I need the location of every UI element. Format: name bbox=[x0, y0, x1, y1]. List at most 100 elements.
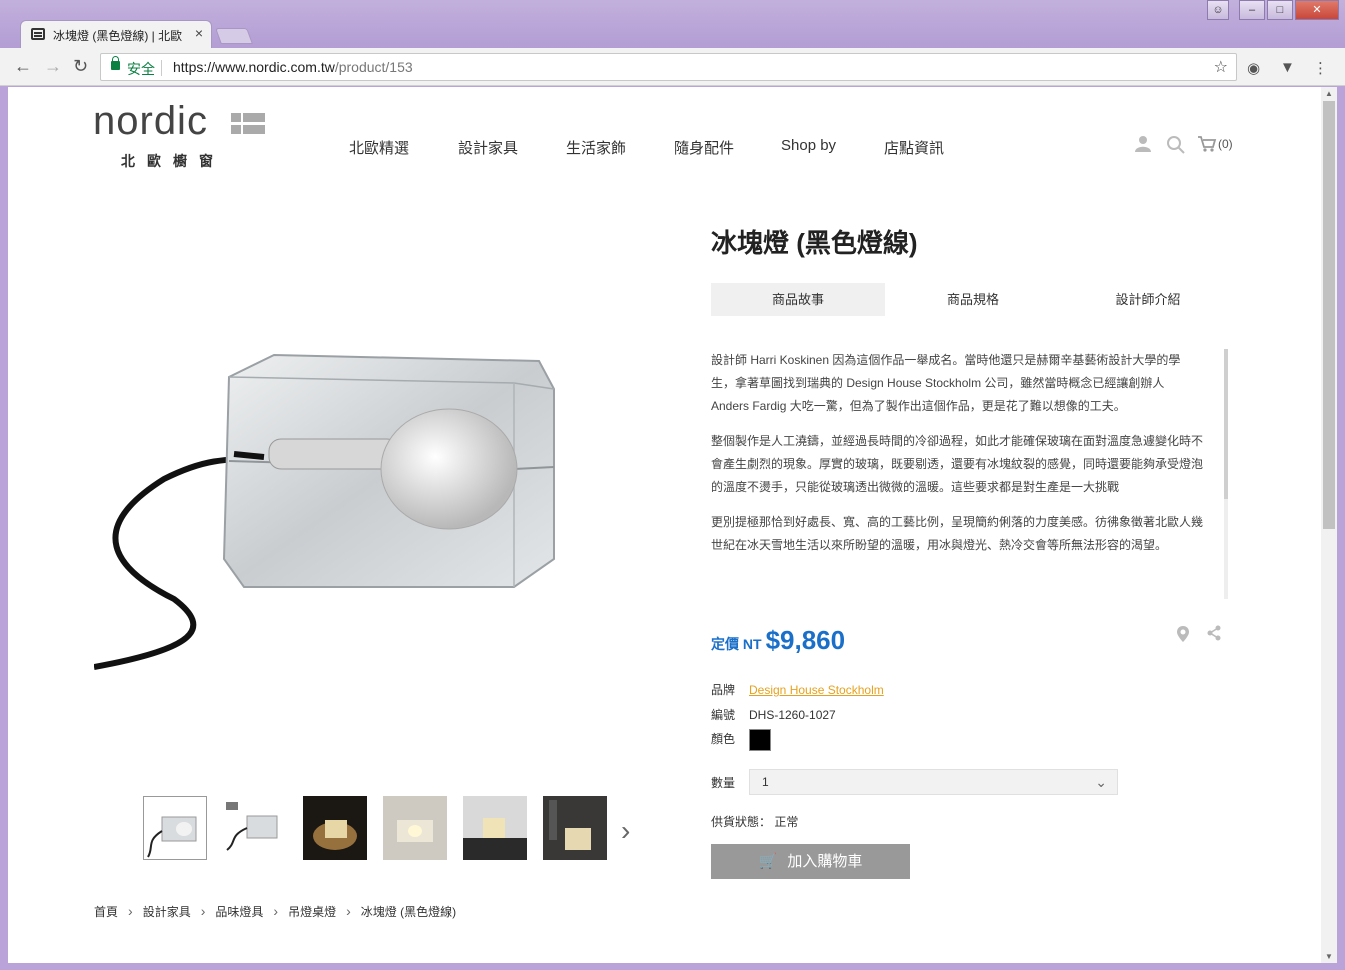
close-tab-icon[interactable]: × bbox=[195, 25, 203, 41]
site-logo[interactable]: nordic 北歐櫥窗 bbox=[93, 99, 265, 169]
price-value: $9,860 bbox=[765, 625, 846, 655]
brand-link[interactable]: Design House Stockholm bbox=[749, 683, 884, 697]
stock-value: 正常 bbox=[774, 815, 799, 829]
spec-color: 顏色 bbox=[711, 729, 771, 751]
thumbnail-2[interactable] bbox=[223, 796, 287, 860]
thumbnail-4[interactable] bbox=[383, 796, 447, 860]
logo-subtitle: 北歐櫥窗 bbox=[121, 153, 225, 169]
story-paragraph: 更別提極那恰到好處長、寬、高的工藝比例，呈現簡約俐落的力度美感。彷彿象徵著北歐人… bbox=[711, 515, 1203, 552]
window-controls: ☺ – □ ✕ bbox=[1205, 0, 1339, 20]
product-main-image[interactable] bbox=[94, 349, 614, 679]
product-story: 設計師 Harri Koskinen 因為這個作品一舉成名。當時他還只是赫爾辛基… bbox=[711, 349, 1203, 599]
sku-value: DHS-1260-1027 bbox=[749, 708, 836, 722]
thumbnail-1[interactable] bbox=[143, 796, 207, 860]
lock-icon bbox=[111, 56, 120, 70]
url-host: https://www.nordic.com.tw bbox=[173, 59, 335, 75]
story-scroll-thumb[interactable] bbox=[1224, 349, 1228, 499]
breadcrumb-chevron-icon: › bbox=[273, 903, 279, 919]
nav-item-picks[interactable]: 北歐精選 bbox=[349, 137, 409, 158]
forward-arrow-icon[interactable]: → bbox=[44, 56, 62, 77]
quantity-select[interactable]: 1 ⌄ bbox=[749, 769, 1118, 795]
story-paragraph: 設計師 Harri Koskinen 因為這個作品一舉成名。當時他還只是赫爾辛基… bbox=[711, 353, 1181, 413]
logo-wordmark: nordic bbox=[93, 99, 208, 143]
brand-label: 品牌 bbox=[711, 683, 736, 697]
vpn-extension-icon[interactable]: ▼ bbox=[1280, 59, 1295, 76]
cart-count[interactable]: (0) bbox=[1218, 137, 1233, 151]
address-bar[interactable]: 安全 https://www.nordic.com.tw/product/153… bbox=[100, 53, 1237, 81]
user-icon[interactable] bbox=[1134, 135, 1152, 153]
tab-specs[interactable]: 商品規格 bbox=[886, 283, 1060, 316]
breadcrumb-furniture[interactable]: 設計家具 bbox=[143, 905, 191, 919]
nav-item-furniture[interactable]: 設計家具 bbox=[458, 137, 518, 158]
spec-brand: 品牌 Design House Stockholm bbox=[711, 681, 884, 698]
browser-toolbar: ← → ↻ 安全 https://www.nordic.com.tw/produ… bbox=[0, 48, 1345, 86]
cart-icon[interactable] bbox=[1197, 135, 1217, 153]
minimize-button[interactable]: – bbox=[1239, 0, 1265, 20]
breadcrumb-chevron-icon: › bbox=[128, 903, 133, 919]
secure-label: 安全 bbox=[127, 61, 155, 77]
product-title: 冰塊燈 (黑色燈線) bbox=[711, 228, 918, 258]
stock-label: 供貨狀態： bbox=[711, 815, 772, 829]
quantity-label: 數量 bbox=[711, 776, 736, 790]
url-path: /product/153 bbox=[334, 59, 413, 75]
page-scroll-thumb[interactable] bbox=[1323, 101, 1335, 529]
logo-mark-icon bbox=[231, 113, 265, 135]
breadcrumb-lamps[interactable]: 吊燈桌燈 bbox=[288, 905, 336, 919]
thumbnail-3[interactable] bbox=[303, 796, 367, 860]
breadcrumb-chevron-icon: › bbox=[346, 903, 351, 919]
add-to-cart-button[interactable]: 🛒 加入購物車 bbox=[711, 844, 910, 879]
browser-window: 冰塊燈 (黑色燈線) | 北歐 × ☺ – □ ✕ ← → ↻ 安全 https… bbox=[0, 0, 1345, 970]
color-label: 顏色 bbox=[711, 732, 736, 747]
thumbnail-next-arrow-icon[interactable]: › bbox=[621, 815, 630, 847]
quantity-value: 1 bbox=[762, 775, 769, 789]
close-window-button[interactable]: ✕ bbox=[1295, 0, 1339, 20]
scroll-down-arrow-icon[interactable]: ▼ bbox=[1325, 952, 1333, 961]
price-label: 定價 NT bbox=[711, 636, 762, 652]
maximize-button[interactable]: □ bbox=[1267, 0, 1293, 20]
breadcrumb-lighting[interactable]: 品味燈具 bbox=[215, 905, 263, 919]
title-bar: 冰塊燈 (黑色燈線) | 北歐 × ☺ – □ ✕ bbox=[0, 0, 1345, 48]
chevron-down-icon: ⌄ bbox=[1095, 774, 1107, 790]
story-paragraph: 整個製作是人工澆鑄，並經過長時間的冷卻過程，如此才能確保玻璃在面對溫度急遽變化時… bbox=[711, 434, 1203, 494]
nav-item-shop-by[interactable]: Shop by bbox=[781, 137, 836, 154]
profile-icon[interactable]: ☺ bbox=[1207, 0, 1229, 20]
page-viewport: nordic 北歐櫥窗 北歐精選 設計家具 生活家飾 隨身配件 Shop by … bbox=[8, 87, 1321, 963]
extension-icon[interactable]: ◉ bbox=[1247, 59, 1260, 77]
bookmark-star-icon[interactable]: ☆ bbox=[1214, 57, 1228, 77]
url-divider bbox=[161, 60, 162, 76]
cart-icon: 🛒 bbox=[758, 853, 778, 870]
new-tab-button[interactable] bbox=[215, 28, 253, 44]
nav-item-accessories[interactable]: 隨身配件 bbox=[674, 137, 734, 158]
page-icon bbox=[31, 28, 45, 40]
location-pin-icon[interactable] bbox=[1176, 625, 1190, 643]
breadcrumb-chevron-icon: › bbox=[200, 903, 206, 919]
nav-item-stores[interactable]: 店點資訊 bbox=[884, 137, 944, 158]
breadcrumb: 首頁 › 設計家具 › 品味燈具 › 吊燈桌燈 › 冰塊燈 (黑色燈線) bbox=[94, 903, 456, 920]
page-scrollbar[interactable]: ▲ ▼ bbox=[1321, 87, 1337, 963]
tab-story[interactable]: 商品故事 bbox=[711, 283, 885, 316]
thumbnail-5[interactable] bbox=[463, 796, 527, 860]
spec-sku: 編號 DHS-1260-1027 bbox=[711, 706, 836, 723]
breadcrumb-home[interactable]: 首頁 bbox=[94, 905, 118, 919]
color-swatch-black[interactable] bbox=[749, 729, 771, 751]
tab-title: 冰塊燈 (黑色燈線) | 北歐 bbox=[53, 29, 183, 43]
spec-quantity: 數量 bbox=[711, 774, 749, 791]
share-icon[interactable] bbox=[1206, 625, 1222, 641]
scroll-up-arrow-icon[interactable]: ▲ bbox=[1325, 89, 1333, 98]
menu-icon[interactable]: ⋮ bbox=[1313, 59, 1328, 77]
url-text[interactable]: https://www.nordic.com.tw/product/153 bbox=[173, 59, 413, 75]
reload-icon[interactable]: ↻ bbox=[73, 56, 88, 77]
sku-label: 編號 bbox=[711, 708, 736, 722]
nav-item-home-decor[interactable]: 生活家飾 bbox=[566, 137, 626, 158]
breadcrumb-current: 冰塊燈 (黑色燈線) bbox=[360, 905, 457, 919]
tab-designer[interactable]: 設計師介紹 bbox=[1061, 283, 1235, 316]
search-icon[interactable] bbox=[1166, 135, 1186, 155]
add-to-cart-label: 加入購物車 bbox=[787, 853, 863, 870]
price: 定價 NT $9,860 bbox=[711, 625, 845, 656]
browser-tab[interactable]: 冰塊燈 (黑色燈線) | 北歐 × bbox=[20, 20, 212, 48]
product-tabs: 商品故事 商品規格 設計師介紹 bbox=[711, 283, 1235, 316]
thumbnail-6[interactable] bbox=[543, 796, 607, 860]
back-arrow-icon[interactable]: ← bbox=[14, 56, 32, 77]
spec-stock: 供貨狀態： 正常 bbox=[711, 813, 798, 830]
story-scrollbar[interactable] bbox=[1224, 349, 1228, 599]
